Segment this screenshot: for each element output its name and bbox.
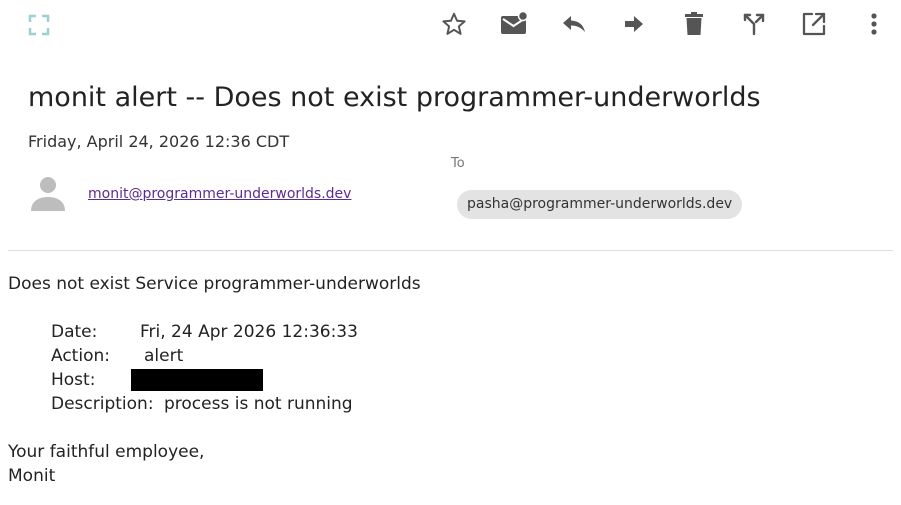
person-icon — [28, 177, 68, 218]
expand-button[interactable] — [24, 10, 54, 40]
body-signature: Monit — [8, 466, 56, 486]
redacted-host-block — [131, 369, 263, 391]
move-icon — [741, 11, 767, 37]
sender-address-link[interactable]: monit@programmer-underworlds.dev — [88, 184, 351, 204]
header-divider — [8, 250, 893, 251]
message-subject: monit alert -- Does not exist programmer… — [28, 82, 761, 113]
message-toolbar — [0, 0, 901, 50]
detail-action-value: alert — [144, 346, 184, 366]
mark-unread-icon — [500, 11, 528, 37]
sender-avatar — [28, 174, 68, 214]
more-icon — [870, 12, 878, 36]
detail-date-value: Fri, 24 Apr 2026 12:36:33 — [140, 322, 358, 342]
forward-button[interactable] — [619, 9, 649, 39]
detail-description-label: Description: — [51, 394, 154, 414]
recipient-chip[interactable]: pasha@programmer-underworlds.dev — [457, 190, 743, 219]
body-intro: Does not exist Service programmer-underw… — [8, 274, 421, 294]
to-label: To — [451, 156, 465, 171]
open-external-button[interactable] — [799, 9, 829, 39]
message-date: Friday, April 24, 2026 12:36 CDT — [28, 132, 290, 151]
more-button[interactable] — [859, 9, 889, 39]
forward-icon — [622, 12, 646, 36]
body-closing: Your faithful employee, — [8, 442, 205, 462]
reply-button[interactable] — [559, 9, 589, 39]
detail-description-value: process is not running — [164, 394, 353, 414]
star-icon — [441, 11, 467, 37]
move-button[interactable] — [739, 9, 769, 39]
expand-icon — [28, 14, 50, 36]
open-external-icon — [801, 11, 827, 37]
delete-button[interactable] — [679, 9, 709, 39]
detail-date-label: Date: — [51, 322, 98, 342]
detail-action-label: Action: — [51, 346, 110, 366]
star-button[interactable] — [439, 9, 469, 39]
mark-unread-button[interactable] — [499, 9, 529, 39]
detail-host-label: Host: — [51, 370, 96, 390]
reply-icon — [561, 12, 587, 36]
delete-icon — [683, 11, 705, 37]
